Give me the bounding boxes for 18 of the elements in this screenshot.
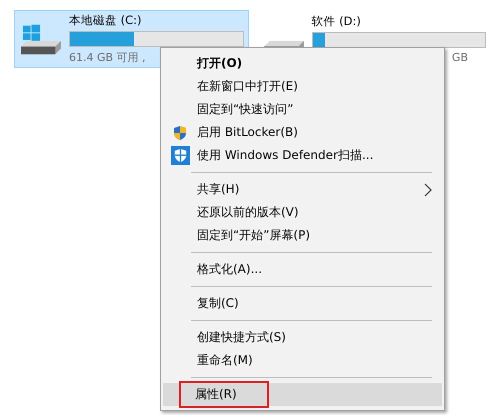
shield-icon	[172, 125, 188, 141]
drive-name: 软件 (D:)	[312, 14, 362, 29]
free-space-text: 61.4 GB 可用 ,	[69, 50, 146, 65]
menu-item[interactable]: 重命名(M)	[163, 349, 442, 372]
drive-name: 本地磁盘 (C:)	[69, 13, 143, 28]
menu-item[interactable]: 在新窗口中打开(E)	[163, 75, 442, 98]
free-space-text: GB	[452, 51, 468, 64]
menu-item[interactable]: 固定到“快速访问”	[163, 98, 442, 121]
menu-item[interactable]: 启用 BitLocker(B)	[163, 121, 442, 144]
menu-item[interactable]: 共享(H)	[163, 178, 442, 201]
shield-icon	[171, 146, 190, 165]
menu-item[interactable]: 使用 Windows Defender扫描...	[163, 144, 442, 167]
menu-item[interactable]: 属性(R)	[163, 383, 442, 406]
menu-item[interactable]: 还原以前的版本(V)	[163, 201, 442, 224]
menu-item[interactable]: 格式化(A)...	[163, 258, 442, 281]
menu-item[interactable]: 创建快捷方式(S)	[163, 326, 442, 349]
menu-item[interactable]: 复制(C)	[163, 292, 442, 315]
menu-item[interactable]: 固定到“开始”屏幕(P)	[163, 224, 442, 247]
